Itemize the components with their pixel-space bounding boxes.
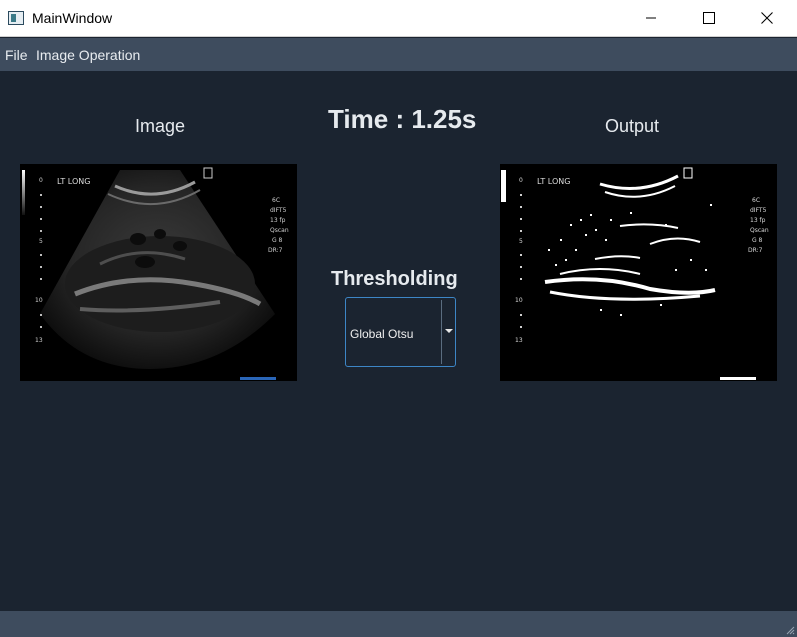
maximize-icon [703, 12, 715, 24]
thresholding-label: Thresholding [331, 268, 458, 290]
minimize-icon [646, 17, 656, 19]
svg-text:0: 0 [39, 177, 43, 184]
menu-bar: File Image Operation [0, 38, 797, 71]
svg-text:10: 10 [35, 297, 43, 304]
svg-text:13 fp: 13 fp [750, 217, 766, 224]
svg-text:5: 5 [39, 238, 43, 245]
menu-file[interactable]: File [5, 47, 28, 63]
menu-image-operation[interactable]: Image Operation [36, 47, 140, 63]
time-label: Time : 1.25s [328, 104, 477, 134]
svg-text:Qscan: Qscan [750, 227, 769, 234]
svg-text:G 8: G 8 [272, 237, 283, 244]
output-image-caption: LT LONG [537, 177, 571, 186]
threshold-method-value: Global Otsu [350, 327, 414, 341]
svg-text:Qscan: Qscan [270, 227, 289, 234]
close-icon [761, 12, 773, 24]
svg-text:13: 13 [515, 337, 523, 344]
title-bar[interactable]: MainWindow [0, 0, 797, 37]
svg-text:DR:7: DR:7 [748, 247, 763, 254]
svg-text:13: 13 [35, 337, 43, 344]
svg-text:10: 10 [515, 297, 523, 304]
app-window-icon [8, 11, 24, 25]
main-window: MainWindow File Image Operation Image Ti… [0, 0, 797, 637]
svg-text:G 8: G 8 [752, 237, 763, 244]
svg-text:5: 5 [519, 238, 523, 245]
combobox-separator [441, 300, 442, 364]
output-image-title: Output [605, 116, 660, 136]
output-thresholded-picture: 0 5 10 13 6C dIFT5 13 fp Qscan G 8 DR:7 [500, 164, 777, 381]
svg-text:dIFT5: dIFT5 [270, 207, 287, 214]
output-image: 0 5 10 13 6C dIFT5 13 fp Qscan G 8 DR:7 LT LONG [500, 164, 777, 381]
status-bar [0, 611, 797, 637]
svg-text:dIFT5: dIFT5 [750, 207, 767, 214]
svg-text:6C: 6C [272, 197, 280, 204]
resize-grip-icon[interactable] [785, 625, 795, 635]
svg-text:0: 0 [519, 177, 523, 184]
input-image: 0 5 10 13 6C dIFT5 13 fp Qscan G 8 DR:7 LT LONG [20, 164, 297, 381]
close-button[interactable] [744, 0, 790, 36]
threshold-method-combobox[interactable]: Global Otsu [345, 297, 456, 367]
chevron-down-icon[interactable] [445, 329, 453, 333]
svg-text:DR:7: DR:7 [268, 247, 283, 254]
input-ultrasound-picture: 0 5 10 13 6C dIFT5 13 fp Qscan G 8 DR:7 [20, 164, 297, 381]
window-title: MainWindow [32, 10, 113, 26]
input-image-title: Image [135, 116, 186, 136]
minimize-button[interactable] [628, 0, 674, 36]
svg-text:13 fp: 13 fp [270, 217, 286, 224]
svg-text:6C: 6C [752, 197, 760, 204]
input-image-caption: LT LONG [57, 177, 91, 186]
maximize-button[interactable] [686, 0, 732, 36]
